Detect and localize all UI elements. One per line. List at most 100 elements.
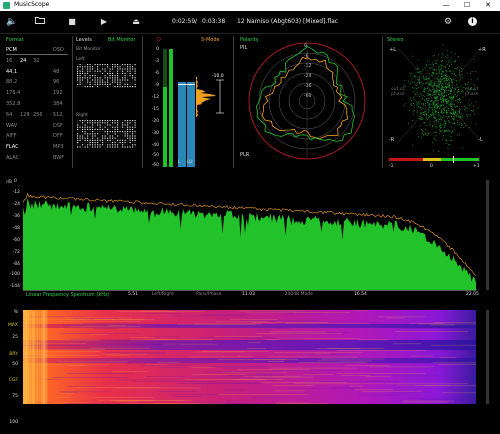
meter-scale-tick: -20 xyxy=(151,119,159,124)
divider xyxy=(72,36,73,168)
meter-bar-lu xyxy=(187,82,195,167)
eject-icon[interactable]: ⏏ xyxy=(130,16,142,28)
sonogram-y-tick: MAX xyxy=(7,323,18,328)
time-separator: / xyxy=(195,18,198,25)
spectrum-y-tick: -100 xyxy=(9,272,20,277)
sonogram-y-tick: CGF xyxy=(8,378,18,383)
minimize-button[interactable]: — xyxy=(436,0,456,11)
corr-zero-label: 0 xyxy=(430,164,433,169)
format-panel: Format PCM DSD 16 24 32 44.1 48 88.2 96 176.4 192 3… xyxy=(6,37,68,167)
channel-l-label: L xyxy=(178,160,181,165)
format-option: 128 xyxy=(20,111,30,118)
correlation-negative xyxy=(389,158,423,161)
format-option: 16 xyxy=(6,57,13,64)
spectrum-y-tick: -24 xyxy=(12,202,20,207)
spectrum-y-tick: -36 xyxy=(12,214,20,219)
mode-left-right[interactable]: Left/Right xyxy=(152,292,174,297)
maximize-button[interactable]: ☐ xyxy=(457,0,477,11)
spectrum-y-tick: -84 xyxy=(12,262,20,267)
meter-scale-tick: -60 xyxy=(151,163,159,168)
meter-scale-tick: -3 xyxy=(154,59,160,64)
spectrum-panel: dB -12 -24 -36 -48 -60 -72 -84 -100 -144 0 Linear… xyxy=(0,176,500,302)
format-option: AIFF xyxy=(6,133,17,140)
levels-panel: Levels Bit Monitor Bit Monitor Left Righ… xyxy=(76,37,138,167)
format-option: 44.1 xyxy=(6,68,18,75)
spectrum-y-tick: -144 xyxy=(9,284,20,289)
stereo-scope xyxy=(398,44,482,152)
format-option: 384 xyxy=(53,101,63,107)
format-option: DFF xyxy=(53,133,63,140)
format-option: 96 xyxy=(53,79,60,86)
sonogram-panel: % MAX 25 BRY 50 CGF 75 100 xyxy=(0,308,500,432)
spectrum-baseline xyxy=(23,290,476,291)
meter-bar-l xyxy=(178,82,186,167)
meter-scale-tick: -30 xyxy=(151,131,159,136)
sonogram-scrollbar[interactable] xyxy=(486,310,489,404)
format-option: 24 xyxy=(20,57,27,64)
format-option: WAV xyxy=(6,122,18,129)
close-button[interactable]: ✕ xyxy=(478,0,498,11)
format-option: 64 xyxy=(6,111,13,118)
stereo-panel: Stereo +L +R -R -L out of phase out of p… xyxy=(385,37,495,169)
level-meter-panel: D S-Mode 0 -3 -6 -9 -12 -15 -20 -30 -40 -50 -60 L … xyxy=(145,37,230,169)
spectrum-scrollbar[interactable] xyxy=(486,180,489,290)
bit-monitor-left xyxy=(77,64,136,88)
meter-scale-tick: -40 xyxy=(151,143,159,148)
spectrum-y-tick: -12 xyxy=(12,190,20,195)
corr-plus-label: +1 xyxy=(473,164,480,169)
format-option: DSD xyxy=(53,47,64,53)
meter-scale: 0 -3 -6 -9 -12 -15 -20 -30 -40 -50 -60 xyxy=(145,37,159,169)
polar-ring-label: -24 xyxy=(304,73,311,79)
bit-monitor-right xyxy=(77,120,136,148)
left-label: Left xyxy=(76,57,85,62)
format-option: DSF xyxy=(53,122,63,129)
format-option: 88.2 xyxy=(6,79,18,86)
mode-pans-phase[interactable]: Pans/Phase xyxy=(196,292,221,297)
time-total: 0:03:38 xyxy=(202,18,226,25)
divider xyxy=(382,36,383,168)
info-icon[interactable]: i xyxy=(468,17,477,26)
sonogram-y-tick: 100 xyxy=(9,420,18,425)
bit-monitor-mode[interactable]: Bit Monitor xyxy=(108,37,135,43)
corr-minus-label: -1 xyxy=(389,164,394,169)
meter-scale-tick: -12 xyxy=(151,95,159,100)
x-tick-4: 22.05 xyxy=(466,292,479,297)
play-icon[interactable]: ▶ xyxy=(98,16,110,28)
time-current: 0:02:59 xyxy=(172,18,196,25)
mode-200db[interactable]: -200dB Mode xyxy=(283,292,313,297)
divider xyxy=(233,36,234,168)
spectrum-plot xyxy=(23,192,476,290)
stop-icon[interactable]: ■ xyxy=(66,16,78,28)
file-name: 12 Namiso (Abgt603) [Mixed].flac xyxy=(237,18,339,25)
spectrum-y-tick: 0 xyxy=(14,179,17,184)
format-option: 352.8 xyxy=(6,101,21,107)
format-grid: PCM DSD 16 24 32 44.1 48 88.2 96 176.4 192 352.8 384… xyxy=(6,47,68,167)
format-title: Format xyxy=(6,37,24,43)
format-option: 32 xyxy=(33,57,40,64)
spectrum-y-tick: -48 xyxy=(12,226,20,231)
spectrum-y-axis: -12 -24 -36 -48 -60 -72 -84 -100 -144 0 xyxy=(0,176,22,302)
s-mode-label[interactable]: S-Mode xyxy=(201,37,220,43)
settings-icon[interactable]: ⚙ xyxy=(442,16,454,28)
meter-scale-tick: -6 xyxy=(154,71,160,76)
correlation-positive xyxy=(441,158,479,161)
toolbar: 🔈 ■ ▶ ⏏ 0:02:59 / 0:03:38 12 Namiso (Abg… xyxy=(0,11,500,34)
format-option: 512 xyxy=(53,111,63,118)
format-option: 256 xyxy=(33,111,43,118)
peak-value: -10.0 xyxy=(212,74,224,79)
format-option: MP3 xyxy=(53,144,64,151)
polar-ring-label: -60 xyxy=(304,93,311,99)
meter-scale-tick: -50 xyxy=(151,153,159,158)
sonogram-y-tick: 25 xyxy=(12,335,18,340)
polarity-panel: Polarity PIL PLR 0 -6 -12 -24 -36 -60 xyxy=(236,37,378,169)
volume-icon[interactable]: 🔈 xyxy=(6,16,18,28)
meter-peak-line xyxy=(178,84,195,85)
sonogram-y-tick: BRY xyxy=(9,352,18,357)
correlation-neutral xyxy=(423,158,441,161)
polarity-scope: 0-6-12-24-36-60 xyxy=(248,42,366,160)
right-label: Right xyxy=(76,113,88,118)
format-option: 48 xyxy=(53,68,60,75)
channel-lu-label: LU xyxy=(187,160,193,165)
open-folder-icon[interactable] xyxy=(34,16,46,28)
bit-monitor-label: Bit Monitor xyxy=(76,47,101,52)
